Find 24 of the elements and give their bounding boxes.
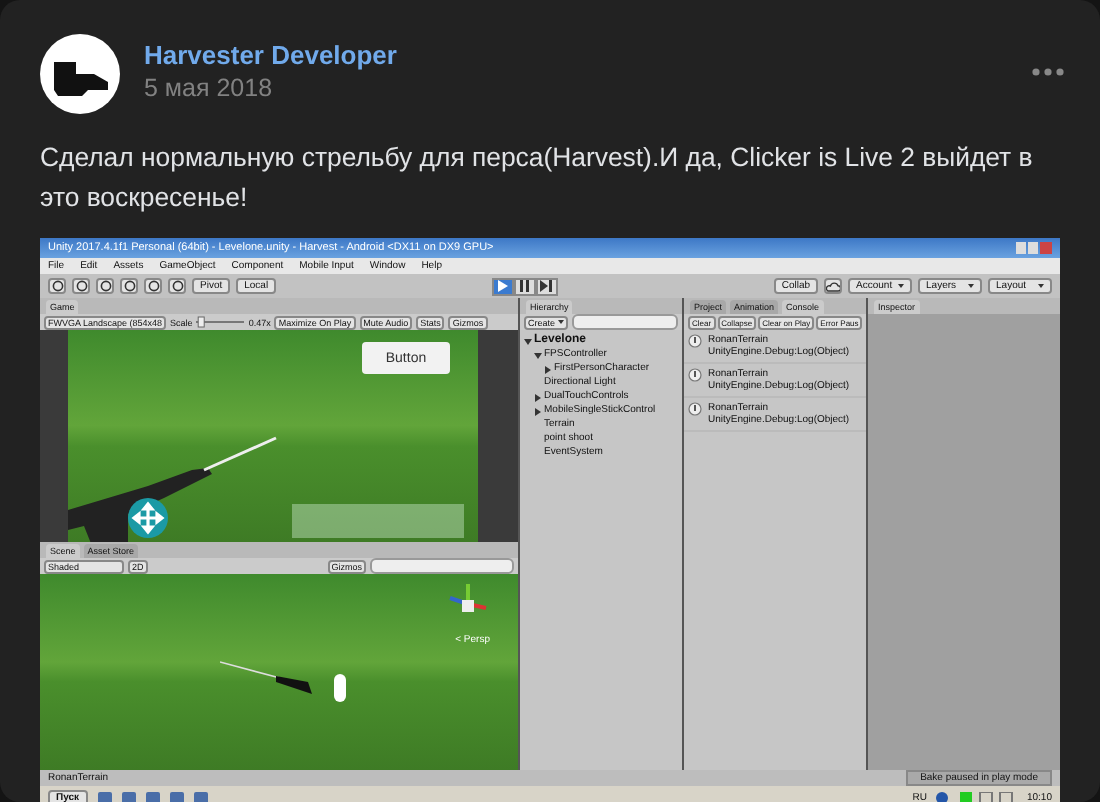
tray-icons-drawing xyxy=(936,792,1017,802)
avatar-icon xyxy=(40,34,120,114)
info-icon xyxy=(688,334,702,348)
info-icon xyxy=(688,368,702,382)
more-options-icon[interactable] xyxy=(1032,68,1064,76)
caret-icon xyxy=(557,320,564,324)
window-controls-icon xyxy=(1016,242,1052,254)
player-capsule-icon xyxy=(332,674,348,702)
play-button[interactable] xyxy=(491,277,514,295)
post-text: Сделал нормальную стрельбу для перса(Harvest).И да, Clicker is Live 2 выйдет в это воскресенье! xyxy=(40,140,1035,216)
search-field[interactable] xyxy=(370,558,514,574)
search-field[interactable] xyxy=(571,314,678,330)
pause-button[interactable] xyxy=(513,277,536,295)
scale-slider[interactable] xyxy=(196,316,245,328)
move-joystick-icon xyxy=(128,498,168,538)
caret-icon xyxy=(968,284,975,288)
info-icon xyxy=(688,402,702,416)
author-link[interactable]: Harvester Developer xyxy=(144,38,1008,72)
post-date[interactable]: 5 мая 2018 xyxy=(144,72,1008,106)
step-button[interactable] xyxy=(535,277,558,295)
caret-icon xyxy=(898,284,905,288)
slider-thumb[interactable] xyxy=(198,316,206,328)
cloud-button[interactable] xyxy=(824,278,843,294)
caret-icon xyxy=(1038,284,1045,288)
